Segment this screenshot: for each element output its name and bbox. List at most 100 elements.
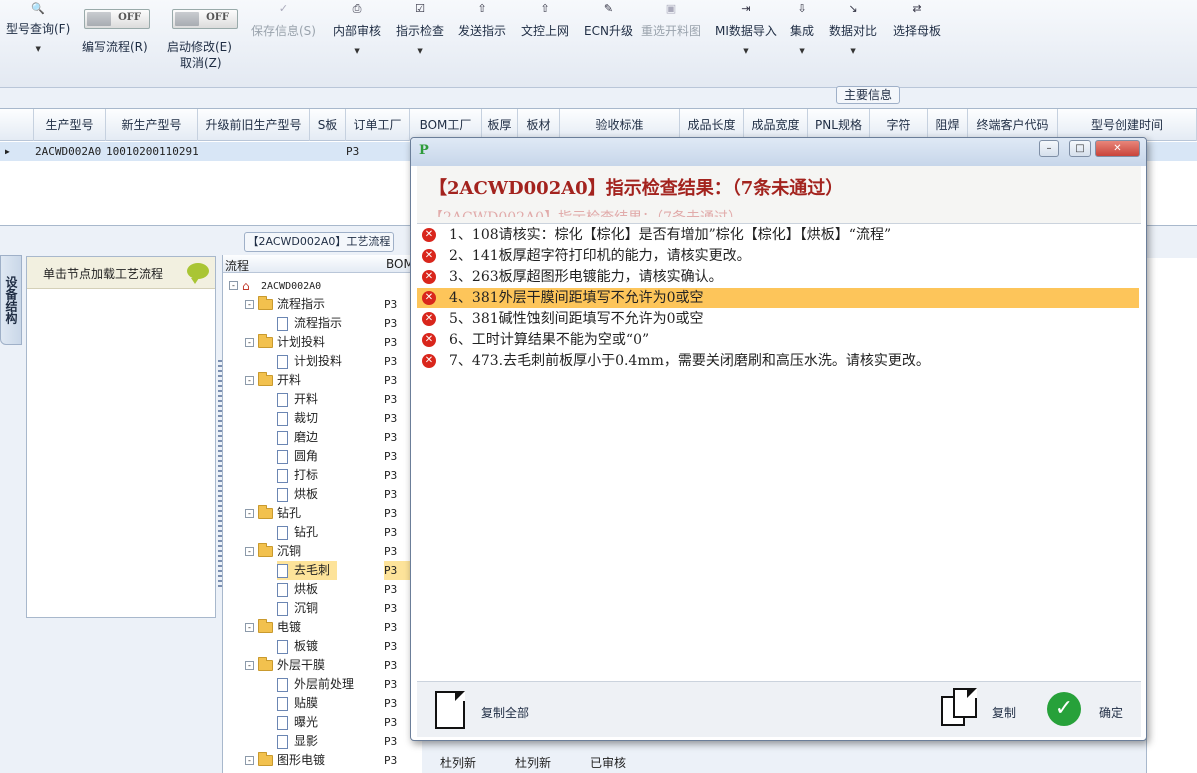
left-panel: 单击节点加载工艺流程 <box>26 256 216 618</box>
col-new-model[interactable]: 新生产型号 <box>106 109 198 141</box>
save-button[interactable]: ✓ 保存信息(S) <box>251 2 316 39</box>
internal-review-button[interactable]: ⎙ 内部审核 ▼ <box>333 2 381 55</box>
tree-folder[interactable]: - 钻孔 <box>245 504 301 523</box>
instruction-check-button[interactable]: ☑ 指示检查 ▼ <box>396 2 444 55</box>
close-button[interactable]: ✕ <box>1095 140 1140 157</box>
col-s-board[interactable]: S板 <box>310 109 346 141</box>
download-icon: ⇩ <box>797 2 807 15</box>
main-toolbar: 🔍 型号查询(F) ▼ OFF 编写流程(R) OFF 启动修改(E) 取消(Z… <box>0 0 1197 88</box>
dialog-title: 【2ACWD002A0】指示检查结果：（7条未通过） <box>429 178 844 199</box>
copy-icon[interactable] <box>953 688 977 718</box>
col-model[interactable]: 生产型号 <box>34 109 106 141</box>
cancel-button[interactable]: 取消(Z) <box>180 54 222 71</box>
tree-leaf[interactable]: 外层前处理 <box>277 675 354 694</box>
model-query-button[interactable]: 🔍 型号查询(F) ▼ <box>6 2 70 53</box>
select-mother-button[interactable]: ⇄ 选择母板 <box>893 2 941 39</box>
edit-flow-toggle[interactable]: OFF <box>84 9 150 29</box>
document-icon <box>277 430 288 445</box>
tree-leaf[interactable]: 流程指示 <box>277 314 342 333</box>
integrate-button[interactable]: ⇩ 集成 ▼ <box>790 2 814 55</box>
document-icon <box>277 715 288 730</box>
tree-folder[interactable]: - 电镀 <box>245 618 301 637</box>
list-item[interactable]: ✕ 5、381碱性蚀刻间距填写不允许为0或空 <box>417 309 1139 329</box>
maximize-button[interactable]: □ <box>1069 140 1091 157</box>
printer-icon: ⎙ <box>352 2 362 15</box>
tree-folder[interactable]: - 沉铜 <box>245 542 301 561</box>
error-icon: ✕ <box>422 228 436 242</box>
collapse-icon[interactable]: - <box>229 281 238 290</box>
import-icon: ⇥ <box>741 2 751 15</box>
col-old-model[interactable]: 升级前旧生产型号 <box>198 109 310 141</box>
document-icon <box>277 677 288 692</box>
comment-icon <box>187 263 209 284</box>
doc-online-button[interactable]: ⇧ 文控上网 <box>521 2 569 39</box>
tree-leaf[interactable]: 沉铜 <box>277 599 318 618</box>
compare-button[interactable]: ↘ 数据对比 ▼ <box>829 2 877 55</box>
row-indicator-icon: ▶ <box>5 147 10 156</box>
error-icon: ✕ <box>422 312 436 326</box>
dialog-titlebar[interactable]: P – □ ✕ <box>411 138 1146 166</box>
error-icon: ✕ <box>422 249 436 263</box>
tree-leaf[interactable]: 显影 <box>277 732 318 751</box>
mi-import-button[interactable]: ⇥ MI数据导入 ▼ <box>715 2 777 55</box>
tree-leaf[interactable]: 烘板 <box>277 580 318 599</box>
list-item[interactable]: ✕ 2、141板厚超字符打印机的能力，请核实更改。 <box>417 246 1139 266</box>
list-item-selected[interactable]: ✕ 4、381外层干膜间距填写不允许为0或空 <box>417 288 1139 308</box>
compress-icon: ↘ <box>848 2 858 15</box>
chevron-down-icon: ▼ <box>850 47 856 55</box>
chevron-down-icon: ▼ <box>35 45 41 53</box>
document-icon <box>277 601 288 616</box>
col-order-factory[interactable]: 订单工厂 <box>346 109 410 141</box>
tree-leaf-selected[interactable]: 去毛刺 <box>277 561 337 580</box>
tree-leaf[interactable]: 烘板 <box>277 485 318 504</box>
list-item[interactable]: ✕ 3、263板厚超图形电镀能力，请核实确认。 <box>417 267 1139 287</box>
document-icon <box>277 734 288 749</box>
load-flow-hint: 单击节点加载工艺流程 <box>43 267 164 281</box>
tree-folder[interactable]: - 计划投料 <box>245 333 325 352</box>
tree-leaf[interactable]: 开料 <box>277 390 318 409</box>
check-result-dialog: P – □ ✕ 【2ACWD002A0】指示检查结果：（7条未通过） 【2ACW… <box>410 137 1147 741</box>
dialog-title-ghost: 【2ACWD002A0】指示检查结果：（7条未通过） <box>429 207 742 217</box>
edit-flow-label: 编写流程(R) <box>82 40 148 54</box>
result-list: ✕ 1、108请核实：棕化【棕化】是否有增加”棕化【棕化】【烘板】“流程” ✕ 2、… <box>417 225 1141 678</box>
tree-folder[interactable]: - 图形电镀 <box>245 751 325 770</box>
folder-icon <box>258 619 273 633</box>
ok-check-icon[interactable]: ✓ <box>1047 692 1081 726</box>
ecn-upgrade-button[interactable]: ✎ ECN升级 <box>584 2 633 39</box>
send-instruction-button[interactable]: ⇧ 发送指示 <box>458 2 506 39</box>
tree-leaf[interactable]: 钻孔 <box>277 523 318 542</box>
list-item[interactable]: ✕ 6、工时计算结果不能为空或“0” <box>417 330 1139 350</box>
tree-folder[interactable]: - 外层干膜 <box>245 656 325 675</box>
document-icon <box>277 487 288 502</box>
ok-button[interactable]: 确定 <box>1099 704 1123 721</box>
tree-leaf[interactable]: 圆角 <box>277 447 318 466</box>
folder-icon <box>258 752 273 766</box>
tree-leaf[interactable]: 磨边 <box>277 428 318 447</box>
copy-all-icon[interactable] <box>435 691 465 729</box>
tree-leaf[interactable]: 贴膜 <box>277 694 318 713</box>
reselect-image-button[interactable]: ▣ 重选开料图 <box>641 2 701 39</box>
main-info-badge: 主要信息 <box>836 86 900 104</box>
enable-edit-toggle[interactable]: OFF <box>172 9 238 29</box>
chevron-down-icon: ▼ <box>354 47 360 55</box>
list-item[interactable]: ✕ 7、473.去毛刺前板厚小于0.4mm，需要关闭磨刷和高压水洗。请核实更改。 <box>417 351 1139 371</box>
equipment-structure-tab[interactable]: 设备结构 <box>0 255 22 345</box>
copy-button[interactable]: 复制 <box>992 704 1016 721</box>
tree-root[interactable]: - ⌂ 2ACWD002A0 <box>229 276 321 295</box>
tree-leaf[interactable]: 计划投料 <box>277 352 342 371</box>
minimize-button[interactable]: – <box>1039 140 1059 157</box>
edit-icon: ✎ <box>603 2 614 15</box>
chevron-down-icon: ▼ <box>743 47 749 55</box>
tree-leaf[interactable]: 板镀 <box>277 637 318 656</box>
error-icon: ✕ <box>422 270 436 284</box>
home-icon: ⌂ <box>242 278 250 293</box>
tree-leaf[interactable]: 裁切 <box>277 409 318 428</box>
document-icon <box>277 468 288 483</box>
chevron-down-icon: ▼ <box>799 47 805 55</box>
copy-all-button[interactable]: 复制全部 <box>481 704 529 721</box>
tree-folder[interactable]: - 流程指示 <box>245 295 325 314</box>
tree-folder[interactable]: - 开料 <box>245 371 301 390</box>
tree-leaf[interactable]: 打标 <box>277 466 318 485</box>
tree-leaf[interactable]: 曝光 <box>277 713 318 732</box>
list-item[interactable]: ✕ 1、108请核实：棕化【棕化】是否有增加”棕化【棕化】【烘板】“流程” <box>417 225 1139 245</box>
